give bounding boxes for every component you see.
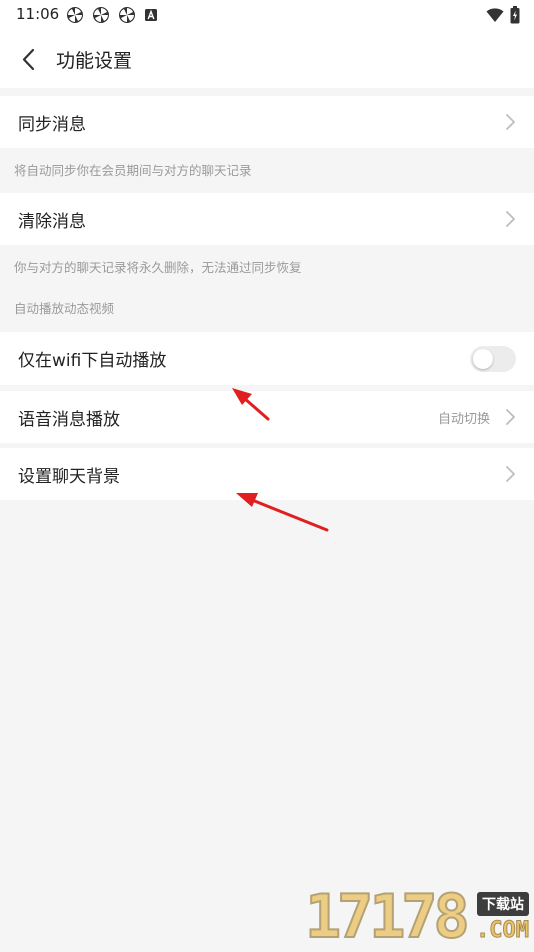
chevron-left-icon: [22, 48, 35, 71]
watermark-tag: 下载站: [477, 892, 529, 916]
chat-background-row[interactable]: 设置聊天背景: [0, 448, 534, 500]
toggle-knob: [473, 349, 493, 369]
wifi-autoplay-label: 仅在wifi下自动播放: [18, 351, 167, 371]
video-section-title: 自动播放动态视频: [14, 301, 115, 316]
sync-messages-label: 同步消息: [18, 115, 86, 135]
system-icons: [486, 6, 520, 24]
pinwheel-icon: [119, 7, 135, 23]
site-watermark-logo: 17178 下载站 .COM: [304, 882, 531, 952]
wifi-autoplay-row: 仅在wifi下自动播放: [0, 332, 534, 385]
voice-playback-value: 自动切换: [437, 412, 490, 427]
watermark-digits: 17178: [304, 882, 471, 952]
status-time: 11:06: [16, 5, 60, 23]
sync-messages-row[interactable]: 同步消息: [0, 96, 534, 148]
status-bar: 11:06: [0, 0, 534, 30]
a-badge-icon: [145, 9, 157, 21]
wifi-autoplay-toggle[interactable]: [470, 346, 516, 372]
notification-icons: [66, 6, 158, 24]
voice-playback-label: 语音消息播放: [18, 410, 120, 430]
clear-messages-row[interactable]: 清除消息: [0, 193, 534, 245]
voice-playback-row[interactable]: 语音消息播放 自动切换: [0, 391, 534, 443]
chevron-right-icon: [506, 409, 515, 425]
clear-messages-desc: 你与对方的聊天记录将永久删除，无法通过同步恢复: [14, 260, 302, 275]
chat-background-label: 设置聊天背景: [18, 467, 120, 487]
pinwheel-icon: [67, 7, 83, 23]
page-title: 功能设置: [56, 50, 133, 72]
chevron-right-icon: [506, 466, 515, 482]
app-header: 功能设置: [0, 30, 534, 88]
battery-icon: [510, 6, 520, 24]
watermark-suffix: .COM: [476, 918, 530, 944]
pinwheel-icon: [93, 7, 109, 23]
chevron-right-icon: [506, 114, 515, 130]
clear-messages-label: 清除消息: [18, 212, 86, 232]
back-button[interactable]: [14, 44, 46, 76]
wifi-icon: [486, 8, 504, 22]
chevron-right-icon: [506, 211, 515, 227]
sync-messages-desc: 将自动同步你在会员期间与对方的聊天记录: [14, 163, 252, 178]
